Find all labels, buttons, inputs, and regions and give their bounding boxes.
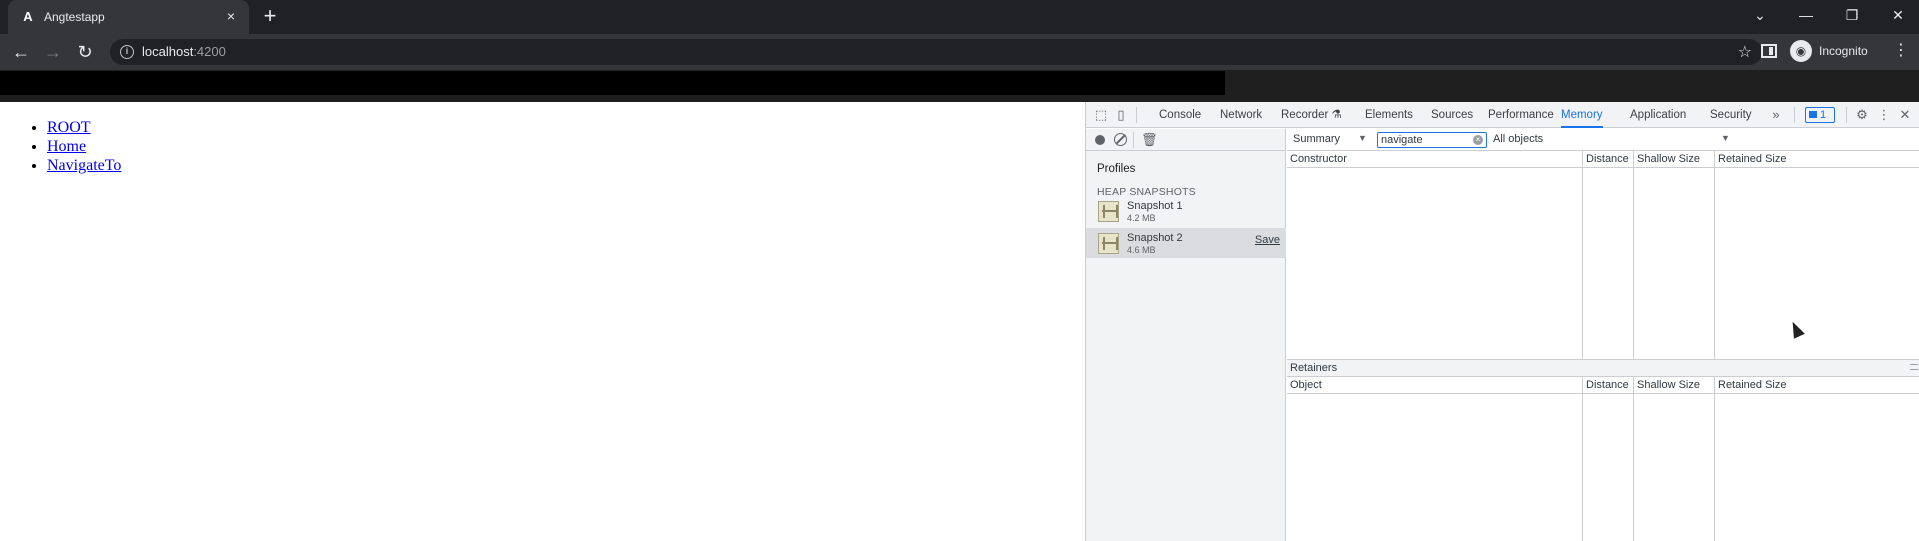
retainers-grid: Object Distance Shallow Size Retained Si… bbox=[1287, 377, 1919, 541]
snapshot-filter-bar: Summary ▼ × All objects ▼ bbox=[1287, 129, 1919, 151]
incognito-label: Incognito bbox=[1819, 44, 1868, 58]
forward-button[interactable]: → bbox=[43, 42, 63, 62]
link-home[interactable]: Home bbox=[47, 138, 86, 155]
angular-favicon-icon: A bbox=[23, 9, 33, 24]
more-tabs-icon[interactable]: » bbox=[1769, 108, 1783, 122]
redaction-block bbox=[0, 71, 1225, 95]
heap-snapshot-icon bbox=[1098, 233, 1119, 254]
snapshot-name: Snapshot 1 bbox=[1127, 200, 1183, 212]
tab-sources[interactable]: Sources bbox=[1431, 102, 1473, 128]
devtools-tabbar: ⬚ ▯ Console Network Recorder ⚗ Elements … bbox=[1086, 102, 1919, 128]
side-panel-icon[interactable] bbox=[1761, 44, 1777, 58]
minimize-button[interactable]: — bbox=[1783, 0, 1829, 34]
record-icon[interactable] bbox=[1095, 135, 1105, 145]
bookmark-star-icon[interactable]: ☆ bbox=[1738, 42, 1752, 62]
tab-security[interactable]: Security bbox=[1710, 102, 1752, 128]
settings-gear-icon[interactable]: ⚙ bbox=[1855, 108, 1869, 122]
recorder-flask-icon: ⚗ bbox=[1331, 109, 1342, 121]
snapshot-name: Snapshot 2 bbox=[1127, 232, 1183, 244]
snapshot-size: 4.6 MB bbox=[1127, 245, 1156, 255]
browser-toolbar: ← → ↻ i localhost:4200 ☆ bbox=[0, 34, 1919, 70]
close-devtools-icon[interactable]: ✕ bbox=[1898, 108, 1912, 122]
chevron-down-icon[interactable]: ▼ bbox=[1358, 133, 1367, 143]
clear-icon[interactable] bbox=[1114, 133, 1127, 146]
chrome-menu-icon[interactable]: ⋮ bbox=[1893, 42, 1909, 60]
tab-performance[interactable]: Performance bbox=[1488, 102, 1554, 128]
perspective-select[interactable]: Summary bbox=[1293, 133, 1340, 145]
column-object[interactable]: Object bbox=[1290, 379, 1322, 391]
column-retained-size[interactable]: Retained Size bbox=[1718, 379, 1787, 391]
list-item: Home bbox=[47, 137, 121, 156]
new-tab-button[interactable]: + bbox=[260, 5, 280, 27]
inspect-element-icon[interactable]: ⬚ bbox=[1094, 108, 1108, 122]
snapshot-size: 4.2 MB bbox=[1127, 213, 1156, 223]
snapshot-item[interactable]: Snapshot 1 4.2 MB bbox=[1086, 196, 1286, 226]
close-tab-icon[interactable]: × bbox=[223, 8, 239, 24]
tab-recorder[interactable]: Recorder ⚗ bbox=[1281, 102, 1342, 128]
column-constructor[interactable]: Constructor bbox=[1290, 153, 1347, 165]
back-button[interactable]: ← bbox=[11, 42, 31, 62]
devtools-menu-icon[interactable]: ⋮ bbox=[1877, 108, 1891, 122]
device-toolbar-icon[interactable]: ▯ bbox=[1114, 108, 1128, 122]
tab-search-icon[interactable]: ⌄ bbox=[1737, 0, 1783, 34]
list-item: ROOT bbox=[47, 118, 121, 137]
objects-select[interactable]: All objects bbox=[1493, 133, 1543, 145]
tab-strip: A Angtestapp × + ⌄ — ❐ ✕ bbox=[0, 0, 1919, 34]
site-info-icon[interactable]: i bbox=[120, 45, 134, 59]
list-item: NavigateTo bbox=[47, 156, 121, 175]
profiles-toolbar: 🗑 bbox=[1086, 129, 1286, 151]
column-retained-size[interactable]: Retained Size bbox=[1718, 153, 1787, 165]
heap-snapshot-icon bbox=[1098, 201, 1119, 222]
clear-filter-icon[interactable]: × bbox=[1473, 135, 1483, 145]
grid-header: Object Distance Shallow Size Retained Si… bbox=[1287, 377, 1919, 394]
constructor-grid: Constructor Distance Shallow Size Retain… bbox=[1287, 151, 1919, 359]
redacted-bar bbox=[0, 70, 1919, 102]
chevron-down-icon[interactable]: ▼ bbox=[1721, 133, 1730, 143]
issues-badge[interactable]: 1 bbox=[1805, 107, 1835, 123]
close-window-button[interactable]: ✕ bbox=[1875, 0, 1919, 34]
link-navigateto[interactable]: NavigateTo bbox=[47, 157, 121, 174]
snapshot-item-selected[interactable]: Snapshot 2 4.6 MB Save bbox=[1086, 228, 1286, 258]
class-filter-input[interactable]: × bbox=[1377, 132, 1487, 148]
profiles-sidebar: 🗑 Profiles HEAP SNAPSHOTS Snapshot 1 4.2… bbox=[1086, 129, 1286, 541]
trash-icon[interactable]: 🗑 bbox=[1141, 132, 1158, 148]
resize-grip-icon[interactable] bbox=[1910, 364, 1918, 370]
nav-list: ROOT Home NavigateTo bbox=[29, 118, 121, 175]
incognito-icon: ◉ bbox=[1790, 40, 1812, 62]
column-distance[interactable]: Distance bbox=[1586, 379, 1629, 391]
url-text: localhost:4200 bbox=[142, 44, 226, 59]
restore-button[interactable]: ❐ bbox=[1829, 0, 1875, 34]
retainers-title: Retainers bbox=[1290, 362, 1338, 374]
class-filter-field[interactable] bbox=[1381, 133, 1469, 147]
tab-memory[interactable]: Memory bbox=[1561, 102, 1603, 128]
tab-elements[interactable]: Elements bbox=[1365, 102, 1413, 128]
retainers-header[interactable]: Retainers bbox=[1287, 359, 1919, 377]
browser-tab[interactable]: A Angtestapp × bbox=[8, 0, 249, 34]
tab-network[interactable]: Network bbox=[1220, 102, 1262, 128]
grid-header: Constructor Distance Shallow Size Retain… bbox=[1287, 151, 1919, 168]
tab-application[interactable]: Application bbox=[1630, 102, 1686, 128]
profiles-heading: Profiles bbox=[1097, 163, 1136, 175]
snapshot-view: Summary ▼ × All objects ▼ Constructor Di… bbox=[1287, 129, 1919, 541]
reload-button[interactable]: ↻ bbox=[75, 42, 95, 62]
tab-title: Angtestapp bbox=[44, 10, 105, 24]
page-content: ROOT Home NavigateTo bbox=[0, 102, 1085, 541]
tab-console[interactable]: Console bbox=[1159, 102, 1201, 128]
column-shallow-size[interactable]: Shallow Size bbox=[1637, 153, 1700, 165]
address-bar[interactable]: i localhost:4200 ☆ bbox=[110, 39, 1762, 65]
column-shallow-size[interactable]: Shallow Size bbox=[1637, 379, 1700, 391]
save-snapshot-link[interactable]: Save bbox=[1255, 234, 1280, 246]
column-distance[interactable]: Distance bbox=[1586, 153, 1629, 165]
link-root[interactable]: ROOT bbox=[47, 119, 91, 136]
